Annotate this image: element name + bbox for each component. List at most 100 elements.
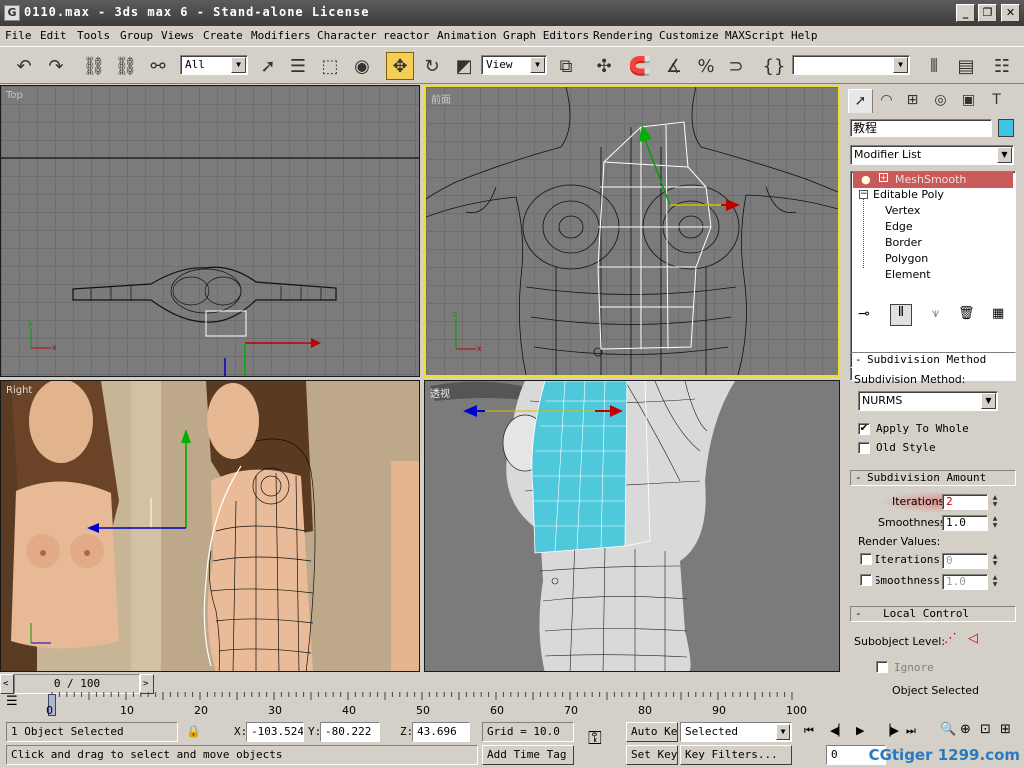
expand-icon[interactable]: + — [879, 173, 888, 182]
add-time-tag-button[interactable]: Add Time Tag — [482, 745, 574, 765]
restore-button[interactable]: ❐ — [978, 4, 997, 22]
select-by-name-icon[interactable]: ☰ — [284, 52, 312, 80]
go-to-start-icon[interactable]: ⏮ — [804, 724, 814, 738]
pin-stack-icon[interactable]: ⊸ — [858, 306, 870, 322]
render-smoothness-spinner[interactable]: 1.0 — [942, 574, 988, 590]
render-smoothness-checkbox[interactable] — [860, 574, 872, 586]
select-and-manipulate-icon[interactable]: ✣ — [590, 52, 618, 80]
menu-help[interactable]: Help — [791, 29, 818, 42]
create-tab-icon[interactable]: ➚ — [848, 89, 873, 113]
smoothness-spinner[interactable]: 1.0 — [942, 515, 988, 531]
viewport-label[interactable]: Right — [6, 385, 32, 396]
undo-icon[interactable]: ↶ — [10, 52, 38, 80]
next-frame-icon[interactable]: > — [140, 674, 154, 694]
bind-to-space-warp-icon[interactable]: ⚯ — [144, 52, 172, 80]
next-key-icon[interactable]: ▕▶ — [882, 724, 899, 737]
render-iterations-checkbox[interactable] — [860, 553, 872, 565]
zoom-extents-all-icon[interactable]: ⊞ — [1000, 722, 1011, 737]
auto-key-button[interactable]: Auto Key — [626, 722, 678, 742]
utilities-tab-icon[interactable]: T — [984, 89, 1009, 113]
go-to-end-icon[interactable]: ⏭ — [906, 724, 916, 738]
lightbulb-icon[interactable]: ● — [861, 173, 871, 186]
percent-snap-icon[interactable]: % — [692, 52, 720, 80]
viewport-front[interactable]: x z 前面 — [424, 85, 840, 377]
select-and-rotate-icon[interactable]: ↻ — [418, 52, 446, 80]
subobject-border[interactable]: Border — [885, 236, 922, 249]
zoom-extents-icon[interactable]: ⊡ — [980, 722, 991, 737]
menu-customize[interactable]: Customize — [659, 29, 719, 42]
viewport-label[interactable]: 前面 — [431, 91, 451, 106]
select-and-move-icon[interactable]: ✥ — [386, 52, 414, 80]
spinner-arrows-icon[interactable]: ▲ ▼ — [990, 574, 1000, 590]
menu-tools[interactable]: Tools — [77, 29, 110, 42]
modifier-list-dropdown[interactable]: Modifier List ▼ — [850, 145, 1014, 165]
key-filters-button[interactable]: Key Filters... — [680, 745, 792, 765]
spinner-arrows-icon[interactable]: ▲ ▼ — [990, 515, 1000, 531]
menu-group[interactable]: Group — [120, 29, 153, 42]
object-color-swatch[interactable] — [998, 119, 1014, 137]
menu-views[interactable]: Views — [161, 29, 194, 42]
ignore-checkbox[interactable] — [876, 661, 888, 673]
reference-coordinate-dropdown[interactable]: View ▼ — [481, 55, 547, 75]
rectangular-selection-icon[interactable]: ⬚ — [316, 52, 344, 80]
open-mini-curve-editor-icon[interactable]: ☰ — [6, 694, 18, 709]
edit-named-selections-icon[interactable]: {} — [760, 52, 788, 80]
stack-item-editable-poly[interactable]: Editable Poly — [873, 188, 944, 201]
menu-reactor[interactable]: reactor — [383, 29, 429, 42]
selection-filter-dropdown[interactable]: All ▼ — [180, 55, 248, 75]
spinner-snap-icon[interactable]: ⊃ — [722, 52, 750, 80]
zoom-all-icon[interactable]: ⊕ — [960, 722, 971, 737]
zoom-icon[interactable]: 🔍 — [940, 722, 956, 737]
unlink-selection-icon[interactable]: ⛓ — [112, 52, 140, 80]
viewport-label[interactable]: Top — [6, 90, 23, 101]
menu-animation[interactable]: Animation — [437, 29, 497, 42]
viewport-right[interactable]: Right — [0, 380, 420, 672]
select-object-icon[interactable]: ➚ — [254, 52, 282, 80]
play-icon[interactable]: ▶ — [856, 724, 864, 737]
z-coordinate-field[interactable]: 43.696 — [412, 722, 470, 742]
spinner-arrows-icon[interactable]: ▲ ▼ — [990, 494, 1000, 510]
previous-key-icon[interactable]: ◀▏ — [830, 724, 847, 737]
motion-tab-icon[interactable]: ◎ — [928, 89, 953, 113]
rollout-local-control[interactable]: - Local Control — [850, 606, 1016, 622]
menu-edit[interactable]: Edit — [40, 29, 67, 42]
modifier-stack[interactable]: ● + MeshSmooth − Editable Poly Vertex Ed… — [850, 171, 1016, 381]
stack-item-meshsmooth[interactable]: ● + MeshSmooth — [853, 172, 1013, 188]
menu-rendering[interactable]: Rendering — [593, 29, 653, 42]
key-icon[interactable]: ⚿ — [588, 728, 602, 749]
mirror-icon[interactable]: ⫴ — [920, 52, 948, 80]
lock-selection-icon[interactable]: 🔒 — [186, 724, 201, 738]
subobject-edge[interactable]: Edge — [885, 220, 913, 233]
y-coordinate-field[interactable]: -80.222 — [320, 722, 380, 742]
viewport-top[interactable]: x y Top — [0, 85, 420, 377]
viewport-perspective[interactable]: 透视 — [424, 380, 840, 672]
select-and-scale-icon[interactable]: ◩ — [450, 52, 478, 80]
subobject-vertex[interactable]: Vertex — [885, 204, 920, 217]
object-name-field[interactable]: 教程 — [850, 119, 992, 137]
close-button[interactable]: ✕ — [1001, 4, 1020, 22]
edge-level-icon[interactable]: ◁ — [968, 631, 978, 646]
set-key-button[interactable]: Set Key — [626, 745, 678, 765]
track-bar[interactable]: ☰ 0 10 20 30 40 50 60 70 80 90 100 — [0, 692, 1024, 718]
window-crossing-icon[interactable]: ◉ — [348, 52, 376, 80]
menu-create[interactable]: Create — [203, 29, 243, 42]
pivot-center-icon[interactable]: ⧉ — [552, 52, 580, 80]
named-selection-sets-dropdown[interactable]: ▼ — [792, 55, 910, 75]
menu-character[interactable]: Character — [317, 29, 377, 42]
subdivision-method-dropdown[interactable]: NURMS ▼ — [858, 391, 998, 411]
snaps-toggle-icon[interactable]: 🧲 — [626, 52, 654, 80]
make-unique-icon[interactable]: ⩛ — [932, 306, 939, 321]
configure-modifier-sets-icon[interactable]: ▦ — [992, 306, 1004, 321]
remove-modifier-icon[interactable]: 🗑 — [958, 306, 975, 321]
key-mode-dropdown[interactable]: Selected ▼ — [680, 722, 792, 742]
hierarchy-tab-icon[interactable]: ⊞ — [900, 89, 925, 113]
rollout-subdivision-method[interactable]: - Subdivision Method — [850, 352, 1016, 368]
subobject-polygon[interactable]: Polygon — [885, 252, 928, 265]
apply-to-whole-checkbox[interactable]: ✔ — [858, 423, 870, 435]
menu-graph-editors[interactable]: Graph Editors — [503, 29, 589, 42]
display-tab-icon[interactable]: ▣ — [956, 89, 981, 113]
spinner-arrows-icon[interactable]: ▲ ▼ — [990, 553, 1000, 569]
previous-frame-icon[interactable]: < — [0, 674, 14, 694]
menu-file[interactable]: File — [5, 29, 32, 42]
vertex-level-icon[interactable]: ⋰ — [944, 631, 957, 646]
